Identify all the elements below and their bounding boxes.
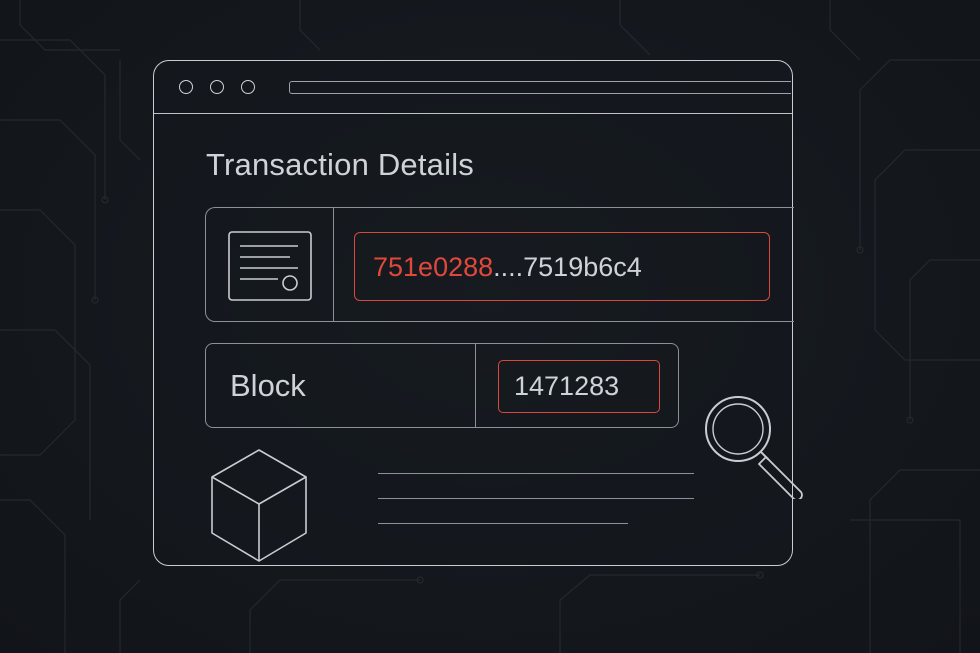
placeholder-line	[378, 523, 628, 524]
block-number-field[interactable]: 1471283	[498, 360, 660, 413]
maximize-dot-icon[interactable]	[241, 80, 255, 94]
hash-prefix: 751e0288	[373, 252, 494, 282]
browser-window: Transaction Details 751e0288....7519b6c4…	[153, 60, 794, 566]
address-bar[interactable]	[289, 81, 791, 94]
document-icon	[228, 231, 312, 301]
transaction-hash-row: 751e0288....7519b6c4	[205, 207, 794, 322]
window-titlebar	[154, 61, 792, 114]
transaction-hash-field[interactable]: 751e0288....7519b6c4	[354, 232, 770, 301]
block-label: Block	[230, 368, 306, 403]
minimize-dot-icon[interactable]	[210, 80, 224, 94]
magnifier-icon[interactable]	[700, 393, 812, 499]
placeholder-line	[378, 473, 694, 474]
placeholder-line	[378, 498, 694, 499]
hash-row-divider	[333, 208, 334, 321]
page-title: Transaction Details	[206, 147, 474, 182]
scene: Transaction Details 751e0288....7519b6c4…	[0, 0, 980, 653]
block-row: Block 1471283	[205, 343, 679, 428]
close-dot-icon[interactable]	[179, 80, 193, 94]
hash-suffix: ....7519b6c4	[493, 252, 642, 282]
block-row-divider	[475, 344, 476, 427]
text-placeholder-lines	[378, 465, 698, 545]
cube-icon	[211, 449, 307, 562]
